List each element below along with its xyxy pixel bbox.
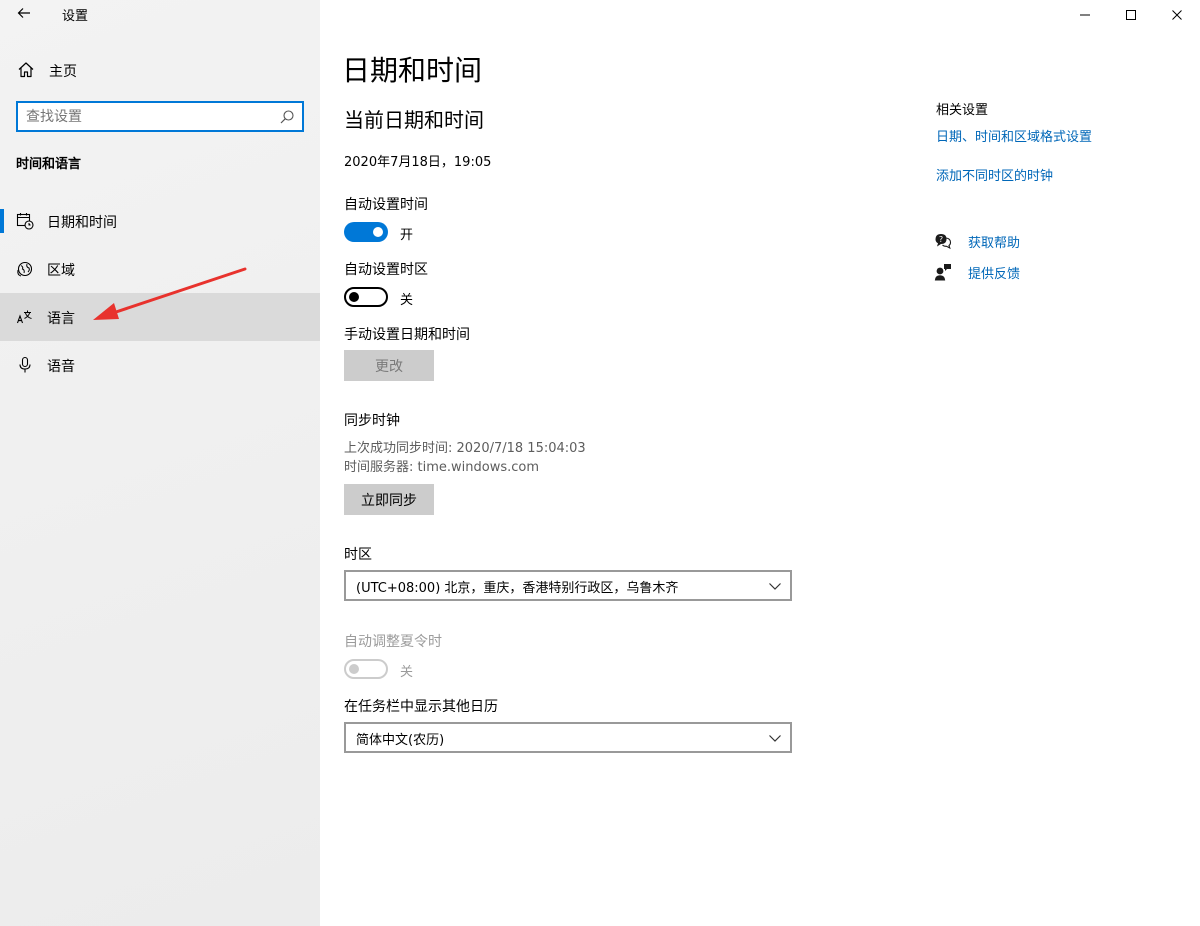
calendar-value: 简体中文(农历): [356, 733, 445, 748]
dst-toggle[interactable]: [344, 659, 388, 679]
window-caption-buttons: [1062, 0, 1200, 30]
give-feedback-label: 提供反馈: [968, 267, 1021, 282]
sidebar-item-label: 区域: [47, 263, 75, 279]
close-icon: [1172, 10, 1182, 20]
toggle-knob: [349, 664, 359, 674]
auto-time-toggle[interactable]: [344, 222, 388, 242]
auto-time-label: 自动设置时间: [344, 197, 428, 213]
toggle-knob: [349, 292, 359, 302]
timezone-value: (UTC+08:00) 北京，重庆，香港特别行政区，乌鲁木齐: [356, 581, 679, 596]
link-date-time-region-format[interactable]: 日期、时间和区域格式设置: [936, 126, 1092, 145]
calendar-select[interactable]: 简体中文(农历): [344, 722, 792, 753]
sidebar-home-label: 主页: [49, 64, 77, 80]
search-box[interactable]: [16, 101, 304, 132]
auto-timezone-state: 关: [400, 293, 414, 308]
sidebar-home[interactable]: 主页: [0, 52, 320, 88]
chevron-down-icon: [769, 735, 781, 742]
svg-text:?: ?: [939, 235, 943, 244]
dst-state: 关: [400, 665, 414, 680]
close-button[interactable]: [1154, 0, 1200, 30]
back-arrow-icon: [17, 8, 30, 18]
toggle-knob: [373, 227, 383, 237]
maximize-button[interactable]: [1108, 0, 1154, 30]
dst-label: 自动调整夏令时: [344, 634, 442, 650]
sidebar-item-label: 语言: [47, 311, 75, 327]
help-chat-icon: ?: [935, 234, 952, 250]
page-title: 日期和时间: [342, 54, 483, 87]
sidebar: 设置 主页 时间和语言 日期和时间: [0, 0, 320, 926]
sync-now-button[interactable]: 立即同步: [344, 484, 434, 515]
last-sync-text: 上次成功同步时间: 2020/7/18 15:04:03: [344, 441, 586, 456]
manual-datetime-label: 手动设置日期和时间: [344, 327, 470, 343]
chevron-down-icon: [769, 583, 781, 590]
minimize-icon: [1080, 14, 1090, 16]
main-content: 日期和时间 当前日期和时间 2020年7月18日，19:05 自动设置时间 开 …: [320, 0, 1200, 926]
time-server-text: 时间服务器: time.windows.com: [344, 460, 540, 475]
back-button[interactable]: [12, 2, 36, 24]
calendar-label: 在任务栏中显示其他日历: [344, 699, 498, 715]
auto-timezone-toggle[interactable]: [344, 287, 388, 307]
auto-time-state: 开: [400, 228, 414, 243]
minimize-button[interactable]: [1062, 0, 1108, 30]
sidebar-item-label: 语音: [47, 359, 75, 375]
maximize-icon: [1126, 10, 1136, 20]
sidebar-item-date-time[interactable]: 日期和时间: [0, 197, 320, 245]
timezone-select[interactable]: (UTC+08:00) 北京，重庆，香港特别行政区，乌鲁木齐: [344, 570, 792, 601]
get-help-label: 获取帮助: [968, 236, 1021, 251]
window-title: 设置: [62, 9, 89, 24]
change-button[interactable]: 更改: [344, 350, 434, 381]
microphone-icon: [19, 356, 31, 373]
section-title: 当前日期和时间: [344, 108, 484, 132]
globe-icon: [17, 261, 33, 277]
link-add-clocks[interactable]: 添加不同时区的时钟: [936, 165, 1053, 184]
sidebar-item-region[interactable]: 区域: [0, 245, 320, 293]
home-icon: [18, 62, 34, 78]
group-title: 时间和语言: [16, 157, 82, 172]
sidebar-item-speech[interactable]: 语音: [0, 341, 320, 389]
calendar-clock-icon: [16, 213, 34, 230]
settings-window: 设置 主页 时间和语言 日期和时间: [0, 0, 1200, 926]
search-input[interactable]: [26, 107, 276, 127]
timezone-label: 时区: [344, 547, 372, 563]
search-icon: [280, 110, 294, 124]
feedback-person-icon: [934, 264, 951, 281]
language-icon: [16, 310, 32, 324]
sidebar-item-label: 日期和时间: [47, 215, 117, 231]
sync-title: 同步时钟: [344, 413, 400, 429]
current-datetime: 2020年7月18日，19:05: [344, 155, 492, 170]
related-settings-title: 相关设置: [936, 103, 989, 118]
auto-timezone-label: 自动设置时区: [344, 262, 428, 278]
sidebar-item-language[interactable]: 语言: [0, 293, 320, 341]
